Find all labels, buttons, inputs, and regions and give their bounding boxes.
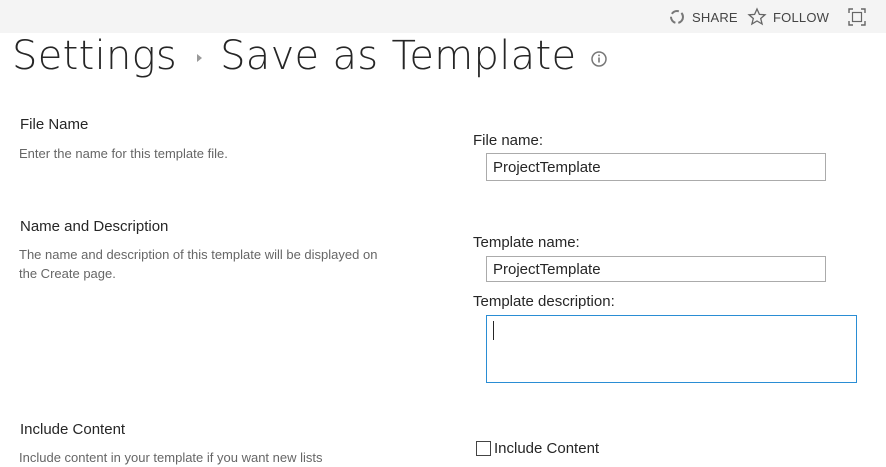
section-title-file-name: File Name (20, 116, 89, 133)
text-caret (493, 321, 494, 340)
share-icon (670, 10, 684, 24)
page-title: Settings Save as Template (12, 28, 608, 84)
focus-mode-button[interactable] (847, 6, 867, 28)
template-description-label: Template description: (473, 293, 615, 310)
section-desc-name-description: The name and description of this templat… (19, 247, 378, 281)
breadcrumb-separator-icon (197, 54, 203, 62)
star-icon (747, 7, 767, 26)
follow-label: FOLLOW (773, 9, 830, 25)
follow-button[interactable]: FOLLOW (747, 6, 829, 28)
info-icon[interactable] (590, 50, 608, 68)
section-title-name-description: Name and Description (20, 218, 169, 235)
share-button[interactable]: SHARE (668, 6, 738, 28)
section-desc-file-name: Enter the name for this template file. (19, 146, 228, 161)
focus-mode-icon (848, 8, 866, 26)
section-desc-include-content: Include content in your template if you … (19, 450, 323, 465)
include-content-checkbox-label[interactable]: Include Content (494, 440, 599, 457)
file-name-input[interactable] (486, 153, 826, 181)
include-content-checkbox[interactable] (476, 440, 491, 456)
template-name-input[interactable] (486, 256, 826, 282)
include-content-option[interactable]: Include Content (476, 438, 599, 458)
breadcrumb-settings[interactable]: Settings (12, 33, 177, 79)
file-name-label: File name: (473, 132, 544, 149)
section-title-include-content: Include Content (20, 421, 126, 438)
page-title-current: Save as Template (220, 33, 577, 79)
template-description-input[interactable] (486, 315, 857, 383)
share-label: SHARE (692, 9, 738, 25)
template-name-label: Template name: (473, 234, 580, 251)
